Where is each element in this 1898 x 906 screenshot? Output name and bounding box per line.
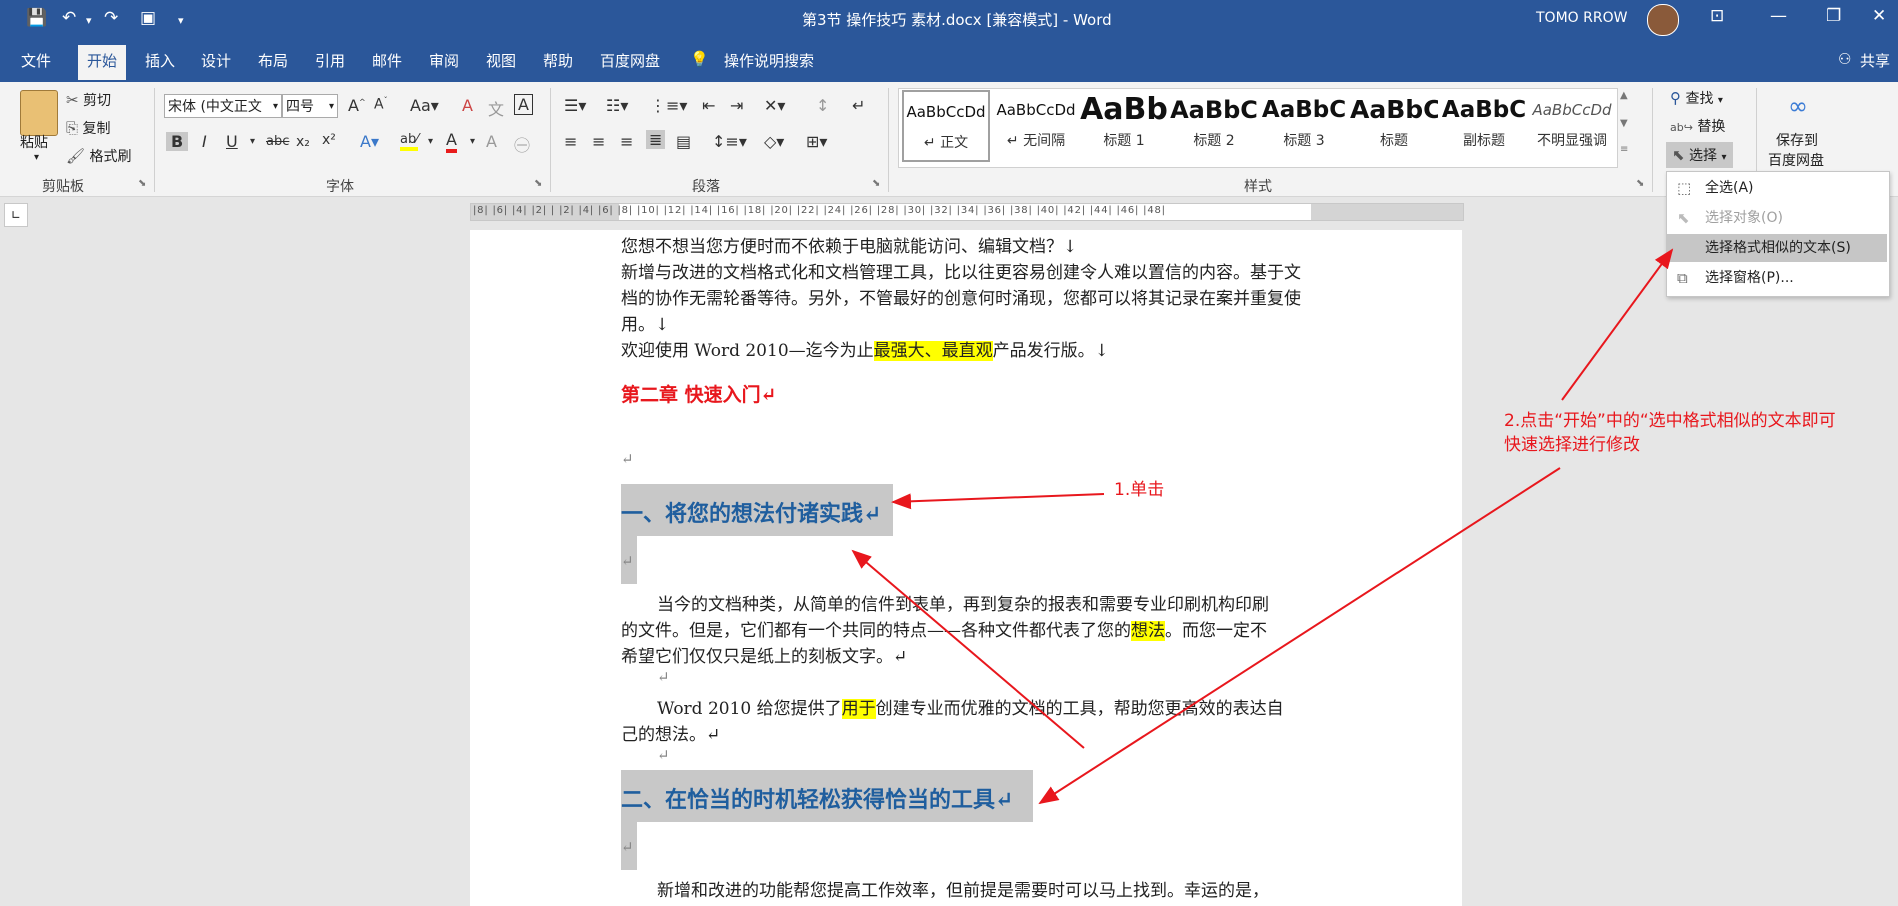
annotation-step-1: 1.单击 — [1114, 480, 1165, 500]
arrow-to-heading-1 — [891, 493, 1105, 510]
arrow-to-menu-item — [1561, 248, 1674, 401]
annotation-step-2-line-1: 2.点击“开始”中的“选中格式相似的文本即可 — [1504, 411, 1836, 431]
arrow-to-heading-1-from-below — [851, 549, 1085, 749]
annotation-step-2-line-2: 快速选择进行修改 — [1504, 435, 1640, 455]
arrow-to-heading-2 — [1038, 467, 1561, 805]
